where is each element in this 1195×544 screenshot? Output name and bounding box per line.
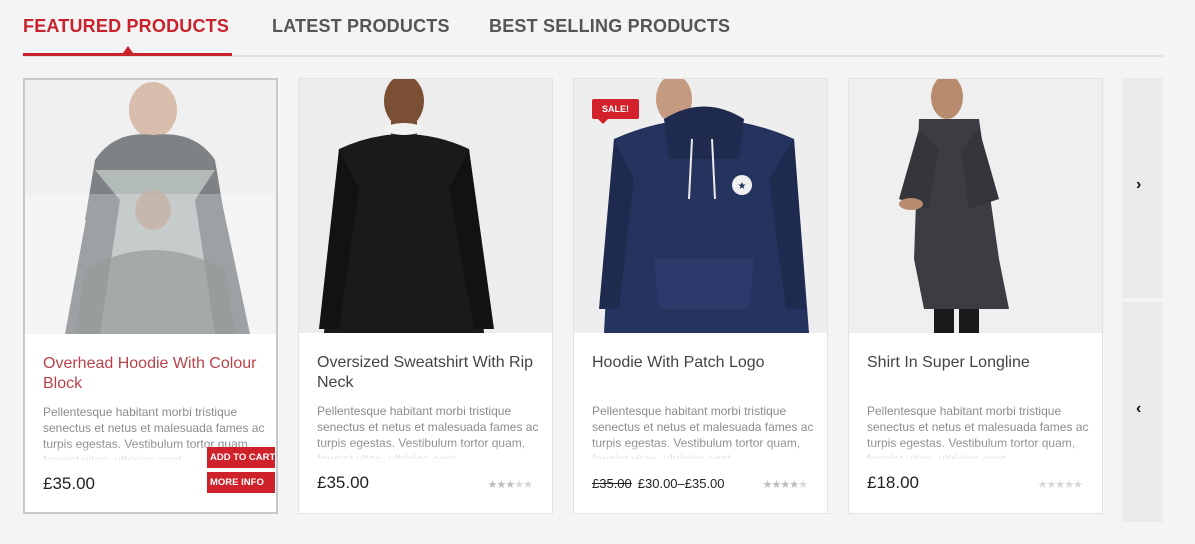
product-price: £18.00 bbox=[867, 473, 919, 492]
carousel-next-button[interactable]: › bbox=[1122, 78, 1163, 298]
more-info-button[interactable]: MORE INFO bbox=[207, 472, 275, 493]
tab-best-selling-products[interactable]: BEST SELLING PRODUCTS bbox=[489, 16, 730, 37]
active-tab-caret bbox=[123, 46, 133, 53]
chevron-right-icon: › bbox=[1136, 176, 1142, 193]
svg-text:★: ★ bbox=[738, 181, 747, 192]
description-fade bbox=[867, 443, 1089, 459]
price-old: £35.00 bbox=[592, 476, 632, 491]
product-price: £35.00 £30.00–£35.00 bbox=[592, 473, 725, 493]
sweatshirt-black-image[interactable] bbox=[299, 79, 552, 333]
product-description: Pellentesque habitant morbi tristique se… bbox=[317, 403, 539, 459]
shirt-charcoal-image[interactable] bbox=[849, 79, 1102, 333]
rating-stars: ★★★★★ bbox=[1037, 479, 1083, 491]
product-description: Pellentesque habitant morbi tristique se… bbox=[867, 403, 1089, 459]
rating-stars-on: ★★★★ bbox=[762, 479, 799, 491]
tab-latest-products[interactable]: LATEST PRODUCTS bbox=[272, 16, 450, 37]
add-to-cart-button[interactable]: ADD TO CART bbox=[207, 447, 275, 468]
product-title[interactable]: Hoodie With Patch Logo bbox=[592, 353, 814, 373]
product-title[interactable]: Overhead Hoodie With Colour Block bbox=[43, 354, 265, 394]
product-price: £35.00 bbox=[317, 473, 369, 492]
hover-overlay bbox=[25, 80, 276, 334]
product-card-oversized-sweatshirt[interactable]: Oversized Sweatshirt With Rip Neck Pelle… bbox=[298, 78, 553, 514]
carousel-prev-button[interactable]: ‹ bbox=[1122, 302, 1163, 522]
sale-badge: SALE! bbox=[592, 99, 639, 124]
active-tab-underline bbox=[23, 53, 232, 56]
description-fade bbox=[592, 443, 814, 459]
product-description: Pellentesque habitant morbi tristique se… bbox=[592, 403, 814, 459]
product-card-hoodie-patch-logo[interactable]: ★ SALE! Hoodie With Patch Logo Pellentes… bbox=[573, 78, 828, 514]
hoodie-navy-image[interactable]: ★ SALE! bbox=[574, 79, 827, 333]
chevron-left-icon: ‹ bbox=[1136, 400, 1142, 417]
description-fade bbox=[317, 443, 539, 459]
price-range: £30.00–£35.00 bbox=[637, 476, 725, 491]
rating-stars: ★★★★★ bbox=[762, 479, 808, 491]
product-card-overhead-hoodie[interactable]: Overhead Hoodie With Colour Block Pellen… bbox=[23, 78, 278, 514]
tab-featured-products[interactable]: FEATURED PRODUCTS bbox=[23, 16, 229, 37]
product-title[interactable]: Oversized Sweatshirt With Rip Neck bbox=[317, 353, 539, 393]
product-card-shirt-longline[interactable]: Shirt In Super Longline Pellentesque hab… bbox=[848, 78, 1103, 514]
product-title[interactable]: Shirt In Super Longline bbox=[867, 353, 1089, 373]
product-price: £35.00 bbox=[43, 474, 95, 493]
hoodie-grey-image[interactable] bbox=[25, 80, 276, 334]
rating-stars: ★★★★★ bbox=[487, 479, 533, 491]
rating-stars-on: ★★★ bbox=[487, 479, 516, 491]
product-tabs: FEATURED PRODUCTS LATEST PRODUCTS BEST S… bbox=[23, 0, 1163, 57]
